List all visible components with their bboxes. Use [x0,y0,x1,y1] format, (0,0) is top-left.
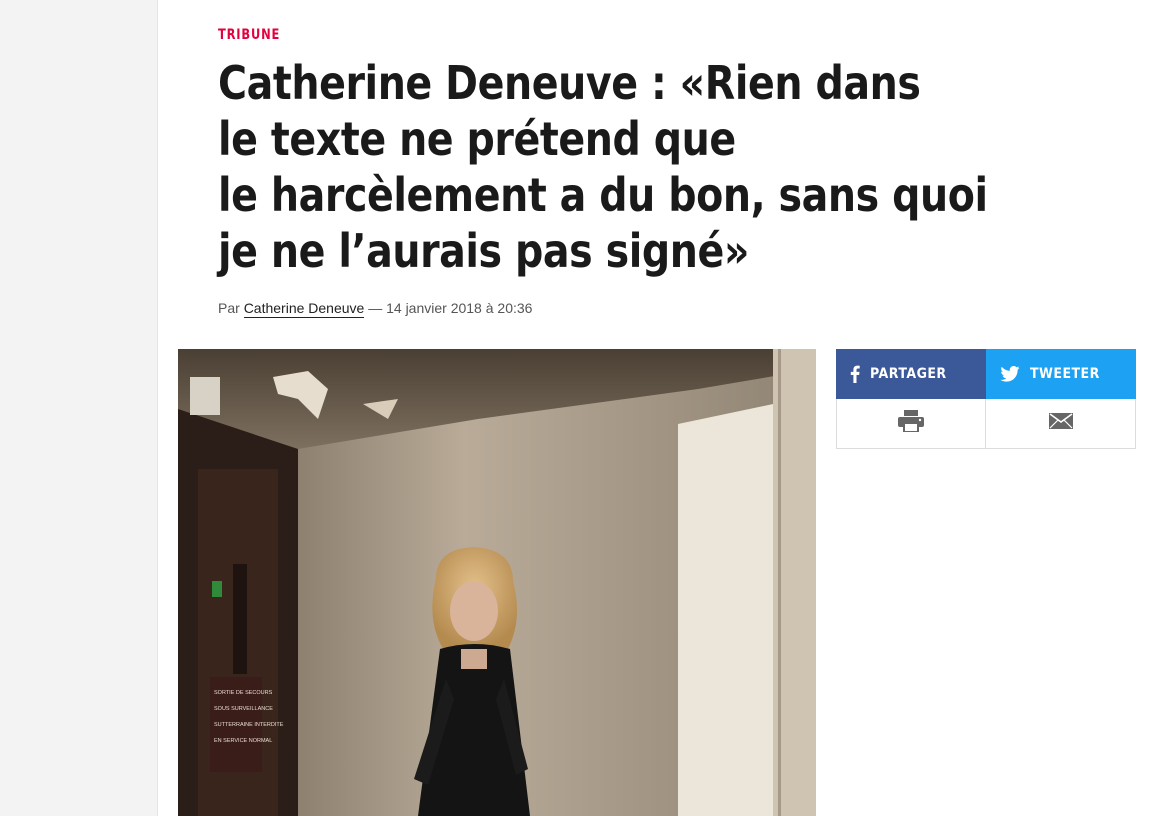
photo-illustration: SORTIE DE SECOURS SOUS SURVEILLANCE SUTTER… [178,349,816,816]
byline-prefix: Par [218,300,240,316]
envelope-icon [1048,413,1073,434]
twitter-share-label: TWEETER [1030,366,1100,382]
date-separator: — [368,300,383,316]
publish-date: 14 janvier 2018 à 20:36 [386,300,533,316]
photo-sign-text: SOUS SURVEILLANCE [214,706,273,712]
share-panel: PARTAGER TWEETER [836,349,1136,449]
photo-sign-text: SUTTERRAINE INTERDITE [214,722,284,728]
photo-sign-text: EN SERVICE NORMAL [214,738,272,744]
twitter-icon [1000,366,1020,382]
twitter-share-button[interactable]: TWEETER [986,349,1136,399]
headline-line: je ne l’aurais pas signé» [218,224,750,278]
article-photo: SORTIE DE SECOURS SOUS SURVEILLANCE SUTTER… [178,349,816,816]
headline-line: Catherine Deneuve : «Rien dans [218,56,921,110]
article-rubric[interactable]: TRIBUNE [218,27,280,43]
headline-line: le harcèlement a du bon, sans quoi [218,168,988,222]
facebook-share-label: PARTAGER [870,366,947,382]
article-headline: Catherine Deneuve : «Rien dans le texte … [218,55,1078,279]
facebook-icon [850,365,860,383]
print-button[interactable] [836,399,986,449]
photo-sign-text: SORTIE DE SECOURS [214,690,273,696]
article-page: TRIBUNE Catherine Deneuve : «Rien dans l… [157,0,1161,816]
print-icon [898,410,924,437]
author-link[interactable]: Catherine Deneuve [243,300,365,318]
byline: Par Catherine Deneuve — 14 janvier 2018 … [218,300,533,318]
email-button[interactable] [986,399,1136,449]
headline-line: le texte ne prétend que [218,112,736,166]
facebook-share-button[interactable]: PARTAGER [836,349,986,399]
